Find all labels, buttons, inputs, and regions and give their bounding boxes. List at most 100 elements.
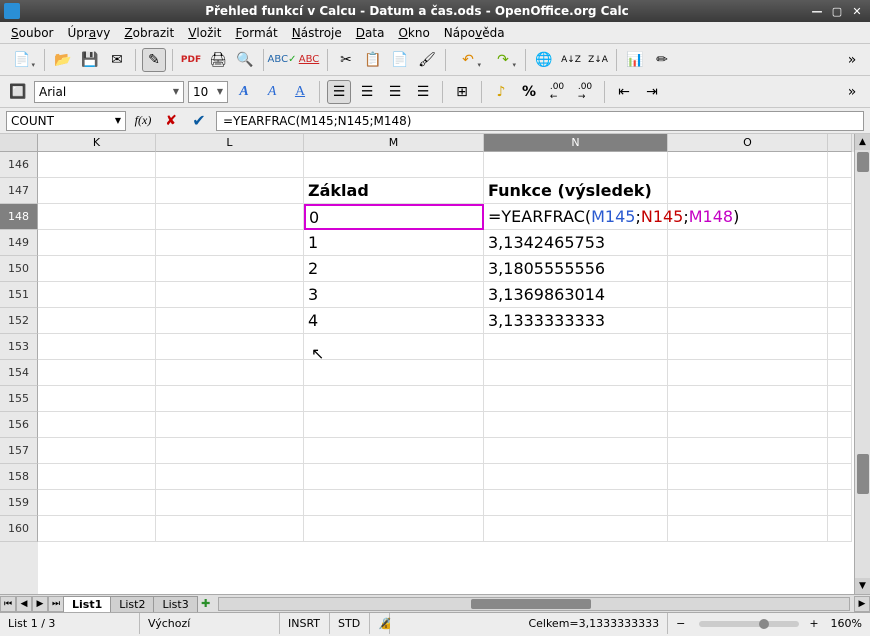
italic-button[interactable]: A bbox=[260, 80, 284, 104]
row-header-154[interactable]: 154 bbox=[0, 360, 38, 386]
size-combo[interactable]: 10▼ bbox=[188, 81, 228, 103]
row-header-157[interactable]: 157 bbox=[0, 438, 38, 464]
preview-button[interactable]: 🔍 bbox=[233, 48, 257, 72]
cell-L154[interactable] bbox=[156, 360, 304, 386]
cell-O159[interactable] bbox=[668, 490, 828, 516]
scroll-thumb[interactable] bbox=[857, 152, 869, 172]
accept-button[interactable]: ✔ bbox=[188, 111, 210, 131]
cell-pad-160[interactable] bbox=[828, 516, 852, 542]
cell-N159[interactable] bbox=[484, 490, 668, 516]
cell-M146[interactable] bbox=[304, 152, 484, 178]
cell-L148[interactable] bbox=[156, 204, 304, 230]
cell-K153[interactable] bbox=[38, 334, 156, 360]
add-sheet-button[interactable]: ✚ bbox=[198, 597, 214, 610]
cell-pad-150[interactable] bbox=[828, 256, 852, 282]
cell-L160[interactable] bbox=[156, 516, 304, 542]
inc-indent-button[interactable]: ⇥ bbox=[640, 80, 664, 104]
row-header-158[interactable]: 158 bbox=[0, 464, 38, 490]
tab-last-button[interactable]: ⏭ bbox=[48, 596, 64, 612]
spellcheck-button[interactable]: ABC✓ bbox=[270, 48, 294, 72]
status-zoom[interactable]: 160% bbox=[823, 613, 870, 634]
row-header-149[interactable]: 149 bbox=[0, 230, 38, 256]
row-header-150[interactable]: 150 bbox=[0, 256, 38, 282]
redo-button[interactable]: ↷ bbox=[487, 48, 519, 72]
cell-M157[interactable] bbox=[304, 438, 484, 464]
dec-indent-button[interactable]: ⇤ bbox=[612, 80, 636, 104]
menu-zobrazit[interactable]: Zobrazit bbox=[117, 24, 181, 42]
cell-M155[interactable] bbox=[304, 386, 484, 412]
cell-L147[interactable] bbox=[156, 178, 304, 204]
cell-O157[interactable] bbox=[668, 438, 828, 464]
status-std[interactable]: STD bbox=[330, 613, 370, 634]
tab-prev-button[interactable]: ◀ bbox=[16, 596, 32, 612]
cell-N157[interactable] bbox=[484, 438, 668, 464]
cell-K155[interactable] bbox=[38, 386, 156, 412]
cell-N154[interactable] bbox=[484, 360, 668, 386]
cell-K148[interactable] bbox=[38, 204, 156, 230]
cell-O148[interactable] bbox=[668, 204, 828, 230]
cell-pad-148[interactable] bbox=[828, 204, 852, 230]
menu-soubor[interactable]: Soubor bbox=[4, 24, 60, 42]
hscroll-right[interactable]: ▶ bbox=[854, 596, 870, 612]
cancel-button[interactable]: ✘ bbox=[160, 111, 182, 131]
scroll-thumb2[interactable] bbox=[857, 454, 869, 494]
cell-N151[interactable]: 3,1369863014 bbox=[484, 282, 668, 308]
cut-button[interactable]: ✂ bbox=[334, 48, 358, 72]
cell-pad-156[interactable] bbox=[828, 412, 852, 438]
cell-O154[interactable] bbox=[668, 360, 828, 386]
cell-O160[interactable] bbox=[668, 516, 828, 542]
column-header-extra[interactable] bbox=[828, 134, 852, 152]
chart-button[interactable]: 📊 bbox=[623, 48, 647, 72]
row-header-159[interactable]: 159 bbox=[0, 490, 38, 516]
add-decimal-button[interactable]: .00← bbox=[545, 80, 569, 104]
edit-mode-button[interactable]: ✎ bbox=[142, 48, 166, 72]
cell-N150[interactable]: 3,1805555556 bbox=[484, 256, 668, 282]
cell-K152[interactable] bbox=[38, 308, 156, 334]
row-header-153[interactable]: 153 bbox=[0, 334, 38, 360]
underline-button[interactable]: A bbox=[288, 80, 312, 104]
menu-napoveda[interactable]: Nápověda bbox=[437, 24, 512, 42]
cell-N152[interactable]: 3,1333333333 bbox=[484, 308, 668, 334]
status-sig[interactable]: 🔏 bbox=[370, 613, 390, 634]
cell-pad-157[interactable] bbox=[828, 438, 852, 464]
cell-N146[interactable] bbox=[484, 152, 668, 178]
sheet-tab-List1[interactable]: List1 bbox=[63, 596, 111, 612]
percent-button[interactable]: % bbox=[517, 80, 541, 104]
cell-pad-147[interactable] bbox=[828, 178, 852, 204]
cell-M152[interactable]: 4 bbox=[304, 308, 484, 334]
cell-K156[interactable] bbox=[38, 412, 156, 438]
cell-M149[interactable]: 1 bbox=[304, 230, 484, 256]
hyperlink-button[interactable]: 🌐 bbox=[532, 48, 556, 72]
menu-vlozit[interactable]: Vložit bbox=[181, 24, 228, 42]
menu-okno[interactable]: Okno bbox=[391, 24, 436, 42]
font-combo[interactable]: Arial▼ bbox=[34, 81, 184, 103]
horizontal-scrollbar[interactable] bbox=[218, 597, 850, 611]
autospell-button[interactable]: ABC bbox=[297, 48, 321, 72]
cells-area[interactable]: ZákladFunkce (výsledek)0=YEARFRAC(M145;N… bbox=[38, 152, 854, 542]
cell-K159[interactable] bbox=[38, 490, 156, 516]
cell-M160[interactable] bbox=[304, 516, 484, 542]
row-header-152[interactable]: 152 bbox=[0, 308, 38, 334]
cell-L155[interactable] bbox=[156, 386, 304, 412]
formula-input[interactable]: =YEARFRAC(M145;N145;M148) bbox=[216, 111, 864, 131]
align-left-button[interactable]: ☰ bbox=[327, 80, 351, 104]
close-button[interactable]: ✕ bbox=[848, 4, 866, 18]
tab-next-button[interactable]: ▶ bbox=[32, 596, 48, 612]
cell-O152[interactable] bbox=[668, 308, 828, 334]
minimize-button[interactable]: — bbox=[808, 4, 826, 18]
cell-K151[interactable] bbox=[38, 282, 156, 308]
row-header-147[interactable]: 147 bbox=[0, 178, 38, 204]
sort-asc-button[interactable]: A↓Z bbox=[559, 48, 583, 72]
undo-button[interactable]: ↶ bbox=[452, 48, 484, 72]
cell-L153[interactable] bbox=[156, 334, 304, 360]
cell-N158[interactable] bbox=[484, 464, 668, 490]
new-button[interactable]: 📄 bbox=[6, 48, 38, 72]
cell-L158[interactable] bbox=[156, 464, 304, 490]
cell-K154[interactable] bbox=[38, 360, 156, 386]
tab-first-button[interactable]: ⏮ bbox=[0, 596, 16, 612]
row-header-160[interactable]: 160 bbox=[0, 516, 38, 542]
cell-O150[interactable] bbox=[668, 256, 828, 282]
cell-O146[interactable] bbox=[668, 152, 828, 178]
select-all-corner[interactable] bbox=[0, 134, 38, 152]
menu-upravy[interactable]: Úpravy bbox=[60, 24, 117, 42]
